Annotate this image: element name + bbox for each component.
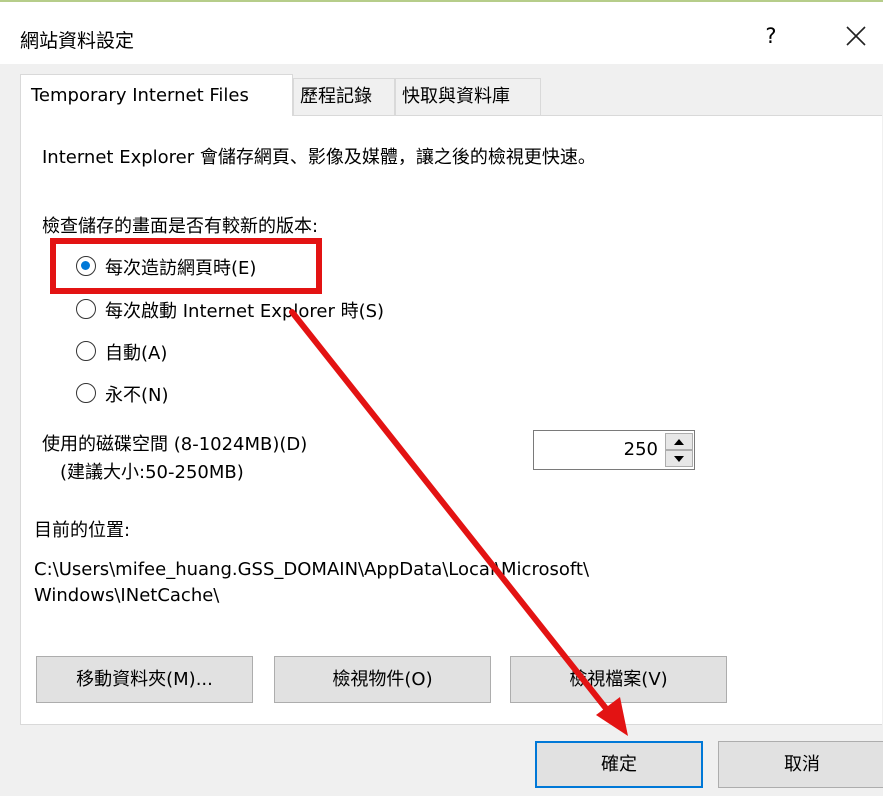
annotation-highlight-box	[50, 238, 322, 294]
location-label: 目前的位置:	[34, 520, 131, 541]
check-heading: 檢查儲存的畫面是否有較新的版本:	[42, 216, 319, 237]
radio-button[interactable]	[76, 341, 96, 361]
cancel-button[interactable]: 取消	[718, 741, 883, 788]
view-objects-button[interactable]: 檢視物件(O)	[274, 656, 491, 703]
disk-space-value[interactable]: 250	[624, 439, 658, 460]
tab-caches-databases[interactable]: 快取與資料庫	[395, 78, 541, 115]
radio-label: 自動(A)	[105, 343, 168, 364]
chevron-down-icon	[674, 456, 684, 462]
disk-space-hint: (建議大小:50-250MB)	[60, 462, 244, 483]
tab-history[interactable]: 歷程記錄	[293, 78, 395, 115]
help-button[interactable]: ?	[754, 18, 788, 54]
radio-button[interactable]	[76, 383, 96, 403]
disk-space-label: 使用的磁碟空間 (8-1024MB)(D)	[42, 434, 308, 455]
tab-temporary-internet-files[interactable]: Temporary Internet Files	[20, 74, 293, 116]
radio-label: 每次啟動 Internet Explorer 時(S)	[105, 301, 385, 322]
close-icon	[846, 26, 866, 46]
spin-up-button[interactable]	[665, 433, 693, 450]
location-path-line2: Windows\INetCache\	[34, 585, 220, 606]
location-path-line1: C:\Users\mifee_huang.GSS_DOMAIN\AppData\…	[34, 559, 590, 580]
close-button[interactable]	[834, 18, 878, 54]
disk-space-stepper[interactable]: 250	[533, 430, 695, 470]
tab-panel	[20, 115, 882, 725]
title-bar: 網站資料設定 ?	[0, 2, 883, 64]
window-title: 網站資料設定	[20, 30, 135, 52]
move-folder-button[interactable]: 移動資料夾(M)...	[36, 656, 253, 703]
ok-button[interactable]: 確定	[535, 741, 703, 788]
spin-down-button[interactable]	[665, 450, 693, 467]
chevron-up-icon	[674, 439, 684, 445]
view-files-button[interactable]: 檢視檔案(V)	[510, 656, 727, 703]
panel-description: Internet Explorer 會儲存網頁、影像及媒體，讓之後的檢視更快速。	[42, 147, 596, 168]
radio-button[interactable]	[76, 299, 96, 319]
radio-label: 永不(N)	[105, 385, 169, 406]
